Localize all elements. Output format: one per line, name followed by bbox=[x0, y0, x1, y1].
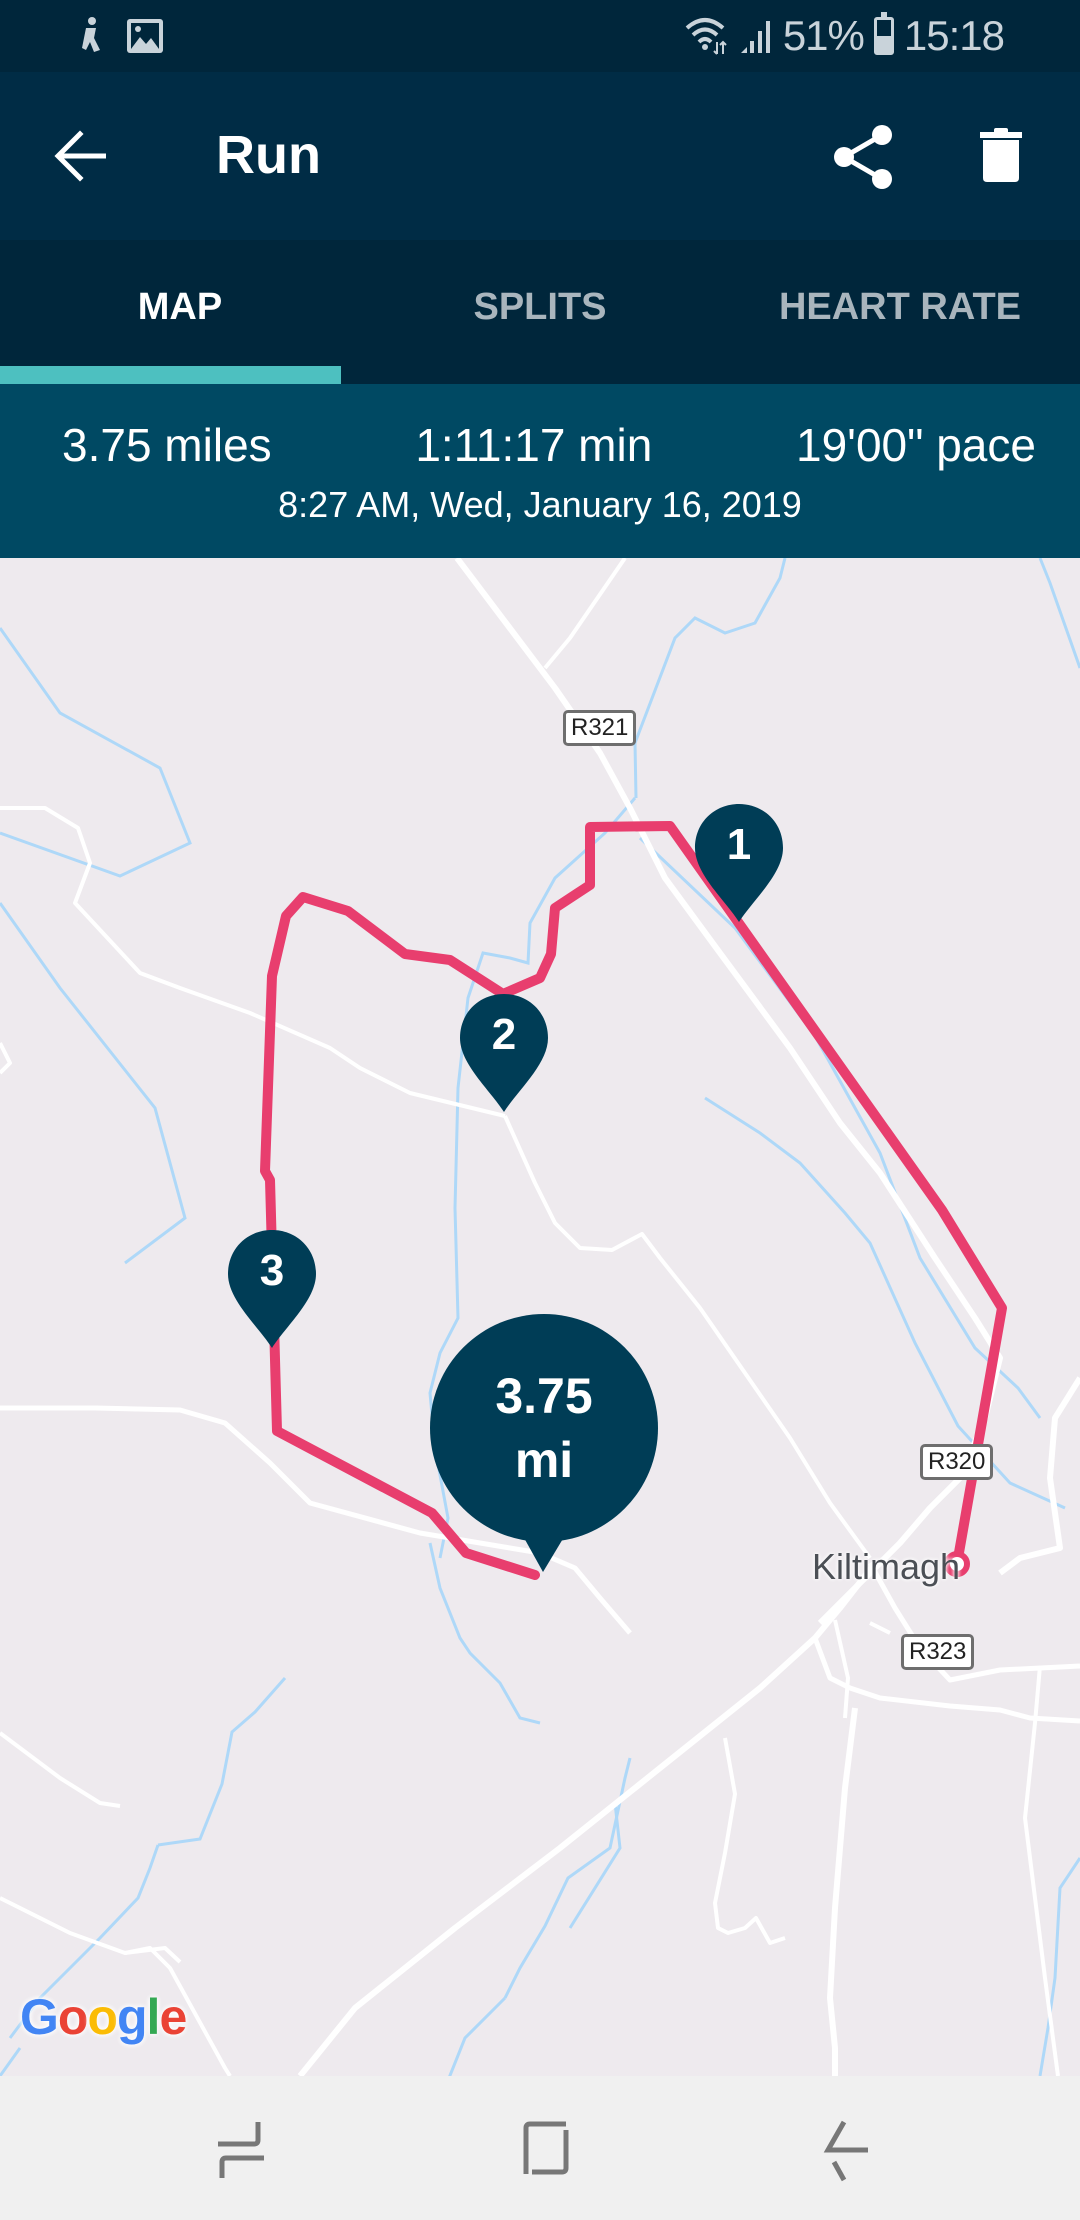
delete-button[interactable] bbox=[980, 126, 1036, 186]
split-marker-label: 3 bbox=[259, 1246, 285, 1295]
status-bar: 51% 15:18 bbox=[0, 0, 1080, 72]
road bbox=[833, 1619, 850, 1719]
tab-bar: MAP SPLITS HEART RATE bbox=[0, 240, 1080, 384]
system-nav-bar bbox=[0, 2076, 1080, 2220]
app-bar: Run bbox=[0, 72, 1080, 240]
tab-map[interactable]: MAP bbox=[0, 240, 360, 384]
road bbox=[297, 1561, 878, 2076]
duration-stat: 1:11:17 min bbox=[415, 419, 653, 471]
notification-icons bbox=[74, 16, 164, 56]
home-icon bbox=[523, 2121, 569, 2175]
waterway bbox=[0, 627, 192, 878]
road bbox=[998, 1376, 1080, 1576]
road bbox=[124, 1946, 182, 1964]
status-right: 51% 15:18 bbox=[683, 12, 1005, 60]
battery-icon bbox=[873, 12, 894, 55]
split-marker-3[interactable]: 3 bbox=[226, 1228, 318, 1350]
waterway bbox=[448, 1996, 507, 2076]
run-summary: 3.75 miles 1:11:17 min 19'00" pace 8:27 … bbox=[0, 384, 1080, 558]
road-label-r323: R323 bbox=[901, 1634, 975, 1670]
share-icon bbox=[834, 125, 892, 189]
road bbox=[713, 1737, 786, 1945]
road bbox=[827, 1707, 858, 2076]
road-label-r321: R321 bbox=[563, 710, 637, 746]
split-marker-1[interactable]: 1 bbox=[693, 802, 785, 924]
run-datetime: 8:27 AM, Wed, January 16, 2019 bbox=[278, 484, 802, 525]
waterway bbox=[633, 558, 787, 799]
finish-distance-marker[interactable]: 3.75 mi bbox=[428, 1312, 660, 1574]
waterway bbox=[1038, 558, 1080, 669]
summary-stats: 3.75 miles 1:11:17 min 19'00" pace bbox=[0, 418, 1080, 472]
waterway bbox=[0, 902, 187, 1265]
battery-level-fill bbox=[876, 35, 891, 52]
waterway bbox=[1038, 1857, 1080, 2076]
road bbox=[0, 1896, 232, 2076]
road bbox=[0, 1042, 12, 1075]
active-tab-indicator bbox=[0, 366, 341, 384]
trash-icon bbox=[980, 128, 1022, 182]
waterway bbox=[0, 2047, 22, 2076]
google-attribution-logo: Google bbox=[20, 1989, 187, 2045]
signal-icon bbox=[740, 21, 770, 53]
clock: 15:18 bbox=[903, 12, 1005, 59]
accessibility-notification-icon bbox=[82, 17, 100, 52]
arrow-back-icon bbox=[54, 130, 106, 182]
recent-apps-button[interactable] bbox=[206, 2116, 276, 2186]
share-button[interactable] bbox=[830, 124, 896, 190]
road bbox=[869, 1621, 891, 1635]
pace-stat: 19'00" pace bbox=[796, 419, 1036, 471]
split-marker-2[interactable]: 2 bbox=[458, 992, 550, 1114]
distance-stat: 3.75 miles bbox=[62, 419, 272, 471]
back-icon bbox=[823, 2120, 868, 2182]
back-button[interactable] bbox=[50, 126, 118, 186]
place-label-kiltimagh: Kiltimagh bbox=[812, 1546, 961, 1587]
road-label-r320: R320 bbox=[920, 1444, 994, 1480]
road bbox=[0, 1731, 121, 1808]
tab-splits[interactable]: SPLITS bbox=[360, 240, 720, 384]
finish-distance-unit: mi bbox=[514, 1432, 574, 1488]
image-notification-icon bbox=[127, 19, 163, 53]
page-title: Run bbox=[216, 125, 321, 185]
finish-distance-value: 3.75 bbox=[495, 1368, 593, 1424]
waterway bbox=[157, 1677, 287, 1847]
recent-apps-icon bbox=[218, 2122, 264, 2178]
wifi-icon bbox=[685, 18, 727, 55]
road bbox=[1023, 1665, 1060, 2076]
system-back-button[interactable] bbox=[812, 2116, 882, 2186]
home-button[interactable] bbox=[508, 2116, 578, 2186]
split-marker-label: 1 bbox=[726, 820, 752, 869]
route-map[interactable]: R321 R320 R323 Kiltimagh 1 2 3 3.75 mi G… bbox=[0, 558, 1080, 2076]
split-marker-label: 2 bbox=[491, 1010, 517, 1059]
battery-percent: 51% bbox=[782, 12, 865, 59]
road bbox=[543, 558, 627, 670]
waterway bbox=[704, 1096, 1066, 1510]
tab-heart-rate[interactable]: HEART RATE bbox=[720, 240, 1080, 384]
